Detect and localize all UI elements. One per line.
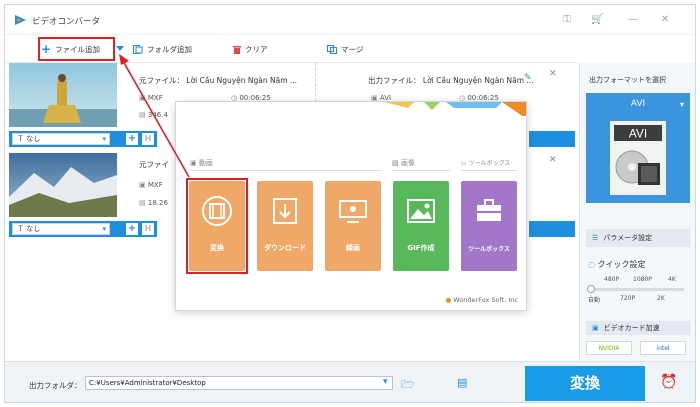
output-format-selector[interactable]: AVI ▾ AVI xyxy=(586,93,690,203)
settings-icon: ◌ xyxy=(588,260,595,269)
avi-format-icon: AVI xyxy=(610,121,666,195)
output-format-title: 出力フォーマットを選択 xyxy=(589,76,666,84)
open-folder-icon[interactable]: 🗁 xyxy=(401,376,415,395)
quality-slider-knob[interactable] xyxy=(587,285,595,293)
bottom-bar: 出力フォルダ： C:¥Users¥Administrator¥Desktop ▾… xyxy=(5,361,695,402)
gpu-acceleration-label: ▣ ビデオカード加速 xyxy=(586,321,690,335)
quality-label: 自動 xyxy=(588,297,601,304)
quality-slider[interactable] xyxy=(587,285,684,293)
quality-label: 480P xyxy=(604,276,620,283)
sliders-icon: ☰ xyxy=(592,234,599,242)
parameter-settings-button[interactable]: ☰ パラメータ設定 xyxy=(586,229,690,247)
quick-setting-label: ◌ クイック設定 xyxy=(588,260,646,269)
quality-label: 2K xyxy=(657,295,665,302)
avi-badge: AVI xyxy=(629,127,647,141)
quality-label: 720P xyxy=(620,295,636,302)
quality-label: 1080P xyxy=(633,276,652,283)
chevron-down-icon[interactable]: ▾ xyxy=(383,377,388,387)
output-format-panel: 出力フォーマットを選択 AVI ▾ AVI ☰ パラメータ設定 ◌ クイック設定… xyxy=(579,63,695,361)
browse-folder-icon[interactable]: ▤ xyxy=(457,376,467,389)
nvidia-toggle[interactable]: NVIDIA xyxy=(586,341,632,355)
chevron-down-icon: ▾ xyxy=(679,100,684,109)
intel-toggle[interactable]: intel xyxy=(640,341,686,355)
output-folder-label: 出力フォルダ： xyxy=(29,381,82,390)
alarm-clock-icon[interactable]: ⏰ xyxy=(660,374,677,390)
app-window: ビデオコンバータ ⚿ 🛒 — ✕ + ファイル追加 フォルダ追加 クリア マージ xyxy=(4,4,696,403)
gpu-icon: ▣ xyxy=(592,324,599,332)
quality-label: 4K xyxy=(668,276,676,283)
output-folder-input[interactable]: C:¥Users¥Administrator¥Desktop xyxy=(85,376,393,390)
output-format-name: AVI xyxy=(630,99,646,109)
convert-button[interactable]: 変換 xyxy=(525,366,645,401)
